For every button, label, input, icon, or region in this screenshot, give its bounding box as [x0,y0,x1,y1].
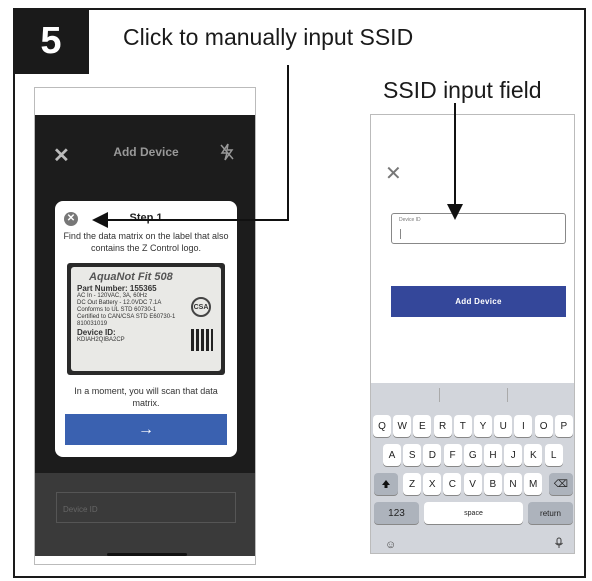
close-icon[interactable]: ✕ [385,161,402,186]
dialog-title: Step 1 [129,212,163,224]
return-key[interactable]: return [528,502,573,524]
label-part-number: Part Number: 155365 [77,284,157,293]
onscreen-keyboard: QWERTYUIOP ASDFGHJKL ⌫ ZXCVBNM 123 space… [371,383,574,553]
keyboard-row-4: 123 space return [371,502,574,524]
left-phone-screen: ✕ Add Device ✕ Step 1 Find the data matr… [34,87,256,565]
key-e[interactable]: E [413,415,432,437]
text-cursor [400,229,401,239]
key-j[interactable]: J [504,444,523,466]
device-id-input-background: Device ID [56,492,236,523]
label-spec: 810031019 [77,321,108,327]
microphone-icon[interactable] [554,537,564,552]
key-p[interactable]: P [554,415,573,437]
key-s[interactable]: S [403,444,422,466]
key-k[interactable]: K [524,444,543,466]
key-d[interactable]: D [423,444,442,466]
dialog-instruction: Find the data matrix on the label that a… [63,231,229,253]
continue-button[interactable]: → [65,414,227,445]
key-q[interactable]: Q [373,415,391,437]
key-b[interactable]: B [483,473,502,495]
step-badge: 5 [13,8,89,74]
right-phone-screen: ✕ Device ID Add Device QWERTYUIOP ASDFGH… [370,114,575,554]
key-i[interactable]: I [514,415,533,437]
flash-off-icon[interactable] [219,143,235,166]
key-h[interactable]: H [484,444,502,466]
key-a[interactable]: A [383,444,401,466]
label-brand: AquaNot Fit 508 [89,271,173,283]
key-x[interactable]: X [423,473,442,495]
key-v[interactable]: V [463,473,482,495]
add-device-button[interactable]: Add Device [391,286,566,317]
key-t[interactable]: T [453,415,472,437]
key-n[interactable]: N [504,473,522,495]
caption-ssid-field: SSID input field [383,77,542,103]
keyboard-row-1: QWERTYUIOP [371,415,574,437]
certification-logo: CSA [191,297,211,317]
backspace-key[interactable]: ⌫ [549,473,573,495]
suggestion-bar [371,383,574,407]
key-w[interactable]: W [393,415,412,437]
key-m[interactable]: M [524,473,543,495]
step-dialog: ✕ Step 1 Find the data matrix on the lab… [55,201,237,457]
dialog-note: In a moment, you will scan that data mat… [74,386,218,408]
numbers-key[interactable]: 123 [374,502,419,524]
shift-key[interactable] [374,473,398,495]
key-u[interactable]: U [494,415,513,437]
key-z[interactable]: Z [403,473,421,495]
key-y[interactable]: Y [474,415,492,437]
key-r[interactable]: R [433,415,452,437]
product-label-photo: AquaNot Fit 508 Part Number: 155365 AC I… [67,263,225,375]
ssid-input-field[interactable]: Device ID [391,213,566,244]
key-c[interactable]: C [443,473,462,495]
key-f[interactable]: F [443,444,462,466]
keyboard-row-3: ⌫ ZXCVBNM [371,473,574,495]
space-key[interactable]: space [424,502,523,524]
data-matrix-code [191,329,213,351]
caption-manual-input: Click to manually input SSID [123,24,414,50]
emoji-icon[interactable]: ☺ [385,539,396,551]
keyboard-row-2: ASDFGHJKL [371,444,574,466]
field-label: Device ID [399,217,421,223]
key-o[interactable]: O [534,415,553,437]
key-l[interactable]: L [544,444,563,466]
key-g[interactable]: G [463,444,482,466]
home-indicator [107,553,187,556]
